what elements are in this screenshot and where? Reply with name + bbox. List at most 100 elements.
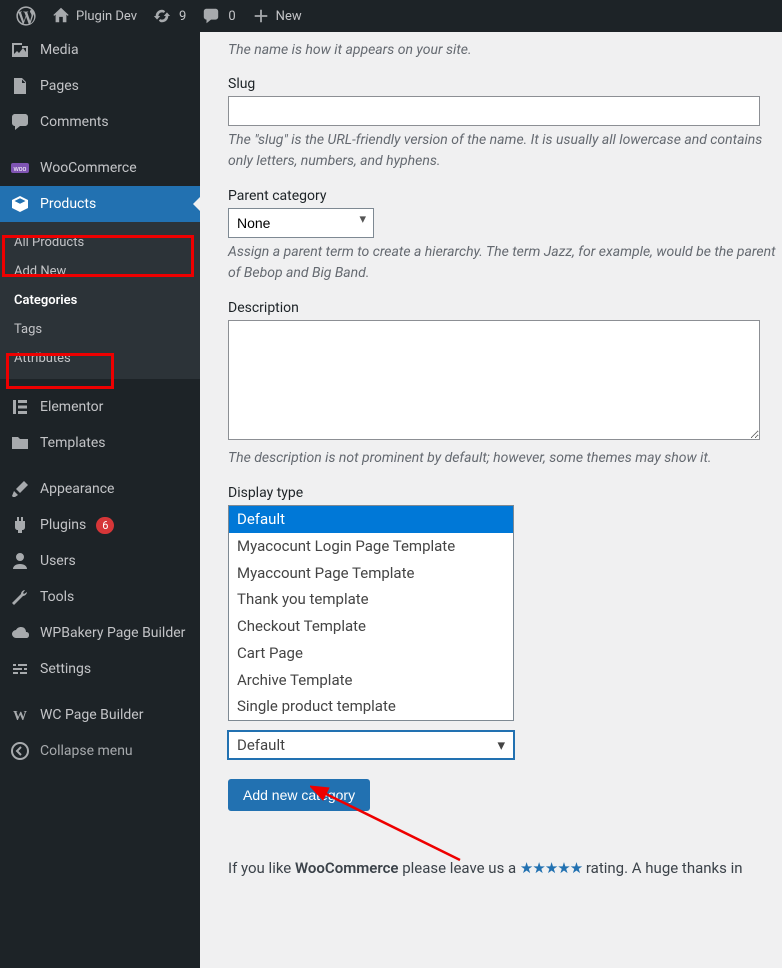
new-link[interactable]: New: [244, 0, 310, 32]
pages-icon: [10, 76, 30, 96]
sidebar-item-label: Tools: [40, 589, 74, 605]
parent-select[interactable]: None: [228, 208, 374, 238]
plugins-badge: 6: [96, 517, 114, 534]
sidebar-item-pages[interactable]: Pages: [0, 68, 200, 104]
rating-stars[interactable]: ★★★★★: [520, 859, 582, 877]
display-type-option[interactable]: Default: [229, 506, 513, 533]
refresh-icon: [153, 7, 171, 25]
comments-count: 0: [228, 9, 235, 24]
comment-icon: [10, 112, 30, 132]
woocommerce-icon: woo: [10, 158, 30, 178]
media-icon: [10, 40, 30, 60]
sidebar-item-label: Pages: [40, 78, 79, 94]
sidebar-item-label: WC Page Builder: [40, 707, 143, 723]
display-type-listbox[interactable]: Default Myacocunt Login Page Template My…: [228, 505, 514, 721]
parent-field-wrap: Parent category None Assign a parent ter…: [228, 188, 782, 284]
submenu-attributes[interactable]: Attributes: [0, 344, 200, 373]
sidebar-item-users[interactable]: Users: [0, 543, 200, 579]
sidebar-item-plugins[interactable]: Plugins 6: [0, 507, 200, 543]
wordpress-icon: [16, 6, 36, 26]
sidebar-item-products[interactable]: Products: [0, 186, 200, 222]
description-field-wrap: Description The description is not promi…: [228, 300, 782, 469]
submenu-tags[interactable]: Tags: [0, 315, 200, 344]
display-type-option[interactable]: Archive Template: [229, 667, 513, 694]
sidebar-item-label: Plugins: [40, 517, 86, 533]
display-type-option[interactable]: Single product template: [229, 693, 513, 720]
sidebar-item-label: Appearance: [40, 481, 114, 497]
sidebar-item-label: Products: [40, 196, 96, 212]
updates-count: 9: [179, 9, 186, 24]
comments-link[interactable]: 0: [194, 0, 243, 32]
display-type-option[interactable]: Myacocunt Login Page Template: [229, 533, 513, 560]
slug-help: The "slug" is the URL-friendly version o…: [228, 130, 782, 172]
submenu-all-products[interactable]: All Products: [0, 228, 200, 257]
display-type-option[interactable]: Cart Page: [229, 640, 513, 667]
site-name: Plugin Dev: [76, 9, 137, 24]
display-type-option[interactable]: Thank you template: [229, 586, 513, 613]
sidebar-item-label: WooCommerce: [40, 160, 137, 176]
sidebar-item-wpbakery[interactable]: WPBakery Page Builder: [0, 615, 200, 651]
sidebar-item-comments[interactable]: Comments: [0, 104, 200, 140]
updates-link[interactable]: 9: [145, 0, 194, 32]
sidebar-item-label: WPBakery Page Builder: [40, 624, 185, 642]
chevron-down-icon: ▾: [497, 736, 505, 754]
wrench-icon: [10, 587, 30, 607]
sidebar-item-appearance[interactable]: Appearance: [0, 471, 200, 507]
display-type-selected: Default: [237, 736, 285, 754]
wp-logo[interactable]: [8, 0, 44, 32]
description-textarea[interactable]: [228, 320, 760, 440]
description-label: Description: [228, 300, 782, 316]
sidebar-item-label: Elementor: [40, 399, 103, 415]
sidebar-item-settings[interactable]: Settings: [0, 651, 200, 687]
sidebar-item-templates[interactable]: Templates: [0, 425, 200, 461]
collapse-menu[interactable]: Collapse menu: [0, 733, 200, 769]
folder-icon: [10, 433, 30, 453]
sidebar-item-woocommerce[interactable]: woo WooCommerce: [0, 150, 200, 186]
admin-sidebar: Media Pages Comments woo WooCommerce Pro…: [0, 32, 200, 968]
sidebar-item-label: Comments: [40, 114, 109, 130]
sidebar-item-label: Settings: [40, 661, 91, 677]
products-submenu: All Products Add New Categories Tags Att…: [0, 222, 200, 379]
user-icon: [10, 551, 30, 571]
svg-text:W: W: [13, 709, 27, 724]
sidebar-item-media[interactable]: Media: [0, 32, 200, 68]
collapse-icon: [10, 741, 30, 761]
slug-label: Slug: [228, 76, 782, 92]
sidebar-item-tools[interactable]: Tools: [0, 579, 200, 615]
sidebar-item-label: Users: [40, 553, 76, 569]
svg-text:woo: woo: [13, 166, 27, 173]
display-type-option[interactable]: Myaccount Page Template: [229, 560, 513, 587]
collapse-label: Collapse menu: [40, 743, 133, 759]
sidebar-item-elementor[interactable]: Elementor: [0, 389, 200, 425]
parent-label: Parent category: [228, 188, 782, 204]
w-icon: W: [10, 705, 30, 725]
display-type-option[interactable]: Checkout Template: [229, 613, 513, 640]
site-home-link[interactable]: Plugin Dev: [44, 0, 145, 32]
content-area: The name is how it appears on your site.…: [200, 32, 782, 968]
add-category-button[interactable]: Add new category: [228, 779, 370, 811]
submenu-categories[interactable]: Categories: [0, 286, 200, 315]
home-icon: [52, 7, 70, 25]
new-label: New: [276, 9, 302, 24]
sliders-icon: [10, 659, 30, 679]
brush-icon: [10, 479, 30, 499]
footer-note: If you like WooCommerce please leave us …: [228, 859, 782, 877]
sidebar-item-wc-page-builder[interactable]: W WC Page Builder: [0, 697, 200, 733]
plug-icon: [10, 515, 30, 535]
admin-bar: Plugin Dev 9 0 New: [0, 0, 782, 32]
elementor-icon: [10, 397, 30, 417]
plus-icon: [252, 7, 270, 25]
slug-input[interactable]: [228, 96, 760, 126]
slug-field-wrap: Slug The "slug" is the URL-friendly vers…: [228, 76, 782, 172]
parent-help: Assign a parent term to create a hierarc…: [228, 242, 782, 284]
description-help: The description is not prominent by defa…: [228, 448, 782, 469]
products-icon: [10, 194, 30, 214]
name-field-help: The name is how it appears on your site.: [228, 42, 782, 58]
cloud-icon: [10, 623, 30, 643]
comment-icon: [202, 7, 220, 25]
sidebar-item-label: Media: [40, 42, 79, 58]
display-type-select[interactable]: Default ▾: [228, 731, 514, 759]
display-type-field-wrap: Display type Default Myacocunt Login Pag…: [228, 485, 782, 759]
display-type-label: Display type: [228, 485, 782, 501]
submenu-add-new[interactable]: Add New: [0, 257, 200, 286]
